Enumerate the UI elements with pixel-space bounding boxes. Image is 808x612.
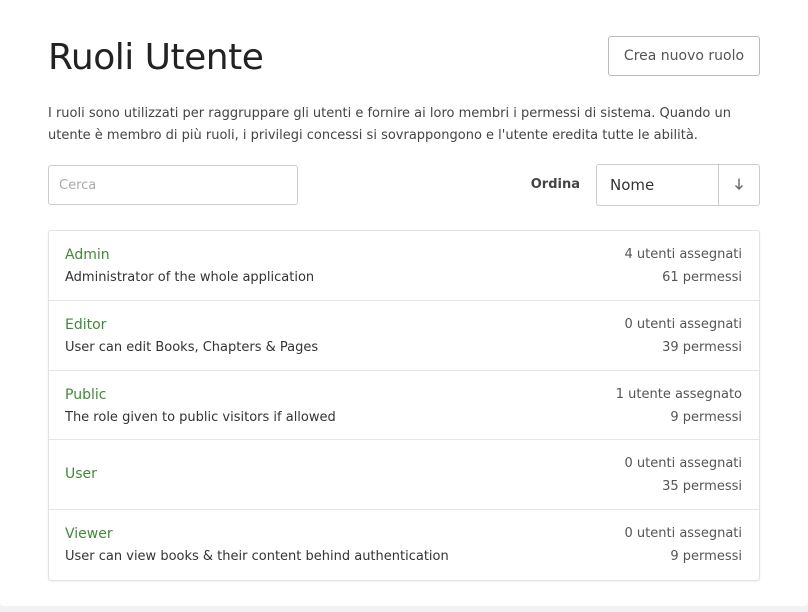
role-row: Admin Administrator of the whole applica… bbox=[49, 231, 759, 301]
create-role-button[interactable]: Crea nuovo ruolo bbox=[608, 36, 760, 76]
role-description: User can view books & their content behi… bbox=[65, 549, 449, 565]
role-row: User 0 utenti assegnati 35 permessi bbox=[49, 440, 759, 511]
sort-select[interactable]: Nome bbox=[597, 165, 719, 205]
role-name-link[interactable]: User bbox=[65, 464, 97, 484]
sort-direction-button[interactable] bbox=[719, 165, 759, 205]
sort-control: Nome bbox=[596, 164, 760, 206]
search-input[interactable] bbox=[48, 165, 298, 205]
sort-label: Ordina bbox=[530, 177, 580, 192]
role-description: Administrator of the whole application bbox=[65, 270, 315, 285]
role-description: User can edit Books, Chapters & Pages bbox=[65, 339, 319, 355]
role-permission-count: 39 permessi bbox=[662, 339, 742, 355]
role-description: The role given to public visitors if all… bbox=[65, 409, 336, 425]
role-permission-count: 35 permessi bbox=[662, 479, 742, 495]
role-user-count: 0 utenti assegnati bbox=[624, 526, 743, 542]
role-user-count: 0 utenti assegnati bbox=[624, 456, 743, 472]
roles-card: Ruoli Utente Crea nuovo ruolo I ruoli so… bbox=[0, 0, 808, 606]
role-row: Editor User can edit Books, Chapters & P… bbox=[49, 301, 759, 371]
role-name-link[interactable]: Viewer bbox=[65, 524, 113, 544]
role-user-count: 1 utente assegnato bbox=[615, 386, 742, 402]
intro-text: I ruoli sono utilizzati per raggruppare … bbox=[48, 106, 731, 143]
role-user-count: 0 utenti assegnati bbox=[624, 316, 743, 332]
role-name-link[interactable]: Admin bbox=[65, 245, 110, 265]
role-row: Viewer User can view books & their conte… bbox=[49, 510, 759, 580]
arrow-down-icon bbox=[733, 176, 745, 195]
role-user-count: 4 utenti assegnati bbox=[624, 247, 743, 262]
role-list: Admin Administrator of the whole applica… bbox=[48, 230, 760, 581]
role-permission-count: 61 permessi bbox=[662, 270, 742, 285]
role-permission-count: 9 permessi bbox=[670, 549, 742, 565]
role-row: Public The role given to public visitors… bbox=[49, 371, 759, 441]
role-name-link[interactable]: Public bbox=[65, 385, 106, 405]
role-permission-count: 9 permessi bbox=[670, 409, 742, 425]
role-name-link[interactable]: Editor bbox=[65, 315, 106, 335]
page-title: Ruoli Utente bbox=[48, 37, 264, 78]
